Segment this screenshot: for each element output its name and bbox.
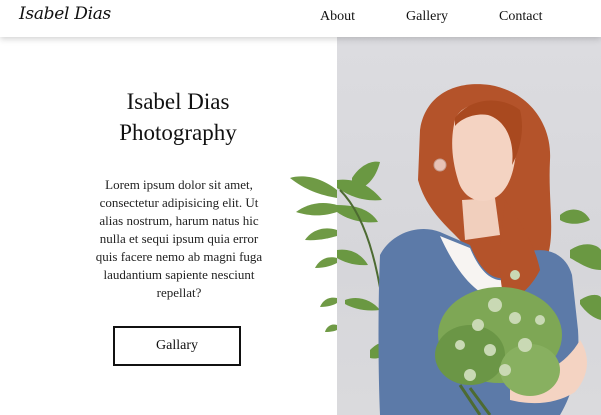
navbar: Isabel Dias About Gallery Contact: [0, 0, 601, 37]
earring: [433, 158, 447, 172]
nav-link-about[interactable]: About: [320, 9, 355, 25]
portrait-photo-illustration: [290, 84, 601, 415]
nav-link-gallery[interactable]: Gallery: [406, 9, 448, 25]
leaves-left: [290, 176, 337, 332]
nav-link-contact[interactable]: Contact: [499, 9, 543, 25]
brand-logo[interactable]: Isabel Dias: [19, 4, 111, 24]
